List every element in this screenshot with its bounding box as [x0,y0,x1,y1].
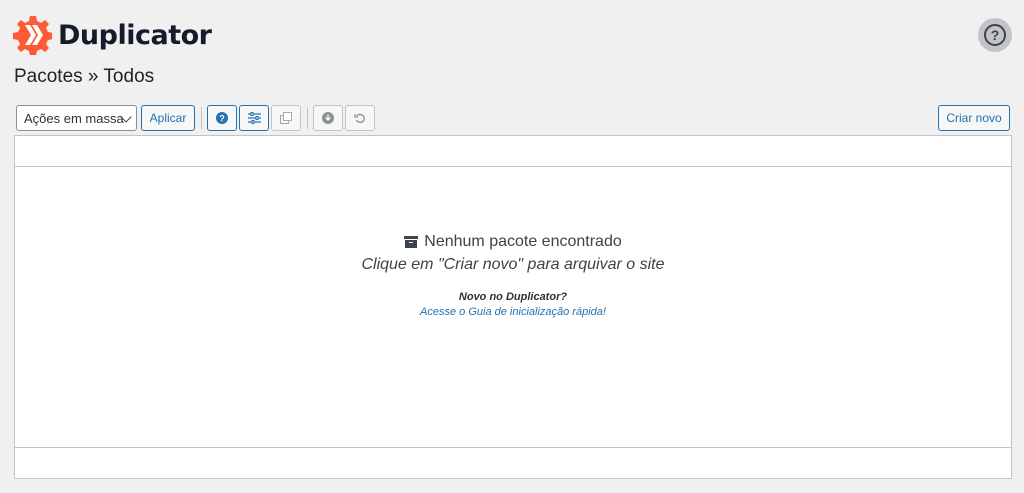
table-footer-row [15,447,1011,478]
bulk-actions-value: Ações em massa [24,110,124,126]
new-user-label: Novo no Duplicator? [458,291,568,303]
quick-start-guide-link[interactable]: Acesse o Guia de inicialização rápida! [15,306,1011,318]
brand-name: Duplicator [58,19,212,51]
page-title: Pacotes » Todos [14,66,155,87]
table-header-row [15,136,1011,167]
undo-button[interactable] [345,105,375,131]
help-button[interactable]: ? [978,18,1012,52]
empty-state-subtitle: Clique em "Criar novo" para arquivar o s… [361,256,665,273]
svg-text:?: ? [219,114,225,124]
bulk-actions-select[interactable]: Ações em massa [16,105,137,131]
download-button[interactable] [313,105,343,131]
undo-icon [354,113,365,124]
create-new-button[interactable]: Criar novo [938,105,1010,131]
toolbar-divider [201,107,202,129]
copy-button[interactable] [271,105,301,131]
sliders-icon [247,112,261,124]
toolbar-divider [307,107,308,129]
help-filled-icon: ? [216,112,228,124]
archive-icon [404,236,419,248]
empty-state-title-row: Nenhum pacote encontrado [15,233,1011,251]
settings-button[interactable] [239,105,269,131]
toolbar: Ações em massa Aplicar ? Criar novo [16,105,1010,131]
apply-button[interactable]: Aplicar [141,105,195,131]
empty-state: Nenhum pacote encontrado Clique em "Cria… [15,233,1011,318]
download-icon [322,112,334,124]
help-filter-button[interactable]: ? [207,105,237,131]
brand-header: Duplicator [12,14,212,56]
copy-icon [280,112,292,124]
duplicator-logo-icon [13,16,52,55]
empty-state-title: Nenhum pacote encontrado [424,233,622,250]
packages-table: Nenhum pacote encontrado Clique em "Cria… [14,135,1012,479]
help-circle-icon: ? [984,24,1006,46]
